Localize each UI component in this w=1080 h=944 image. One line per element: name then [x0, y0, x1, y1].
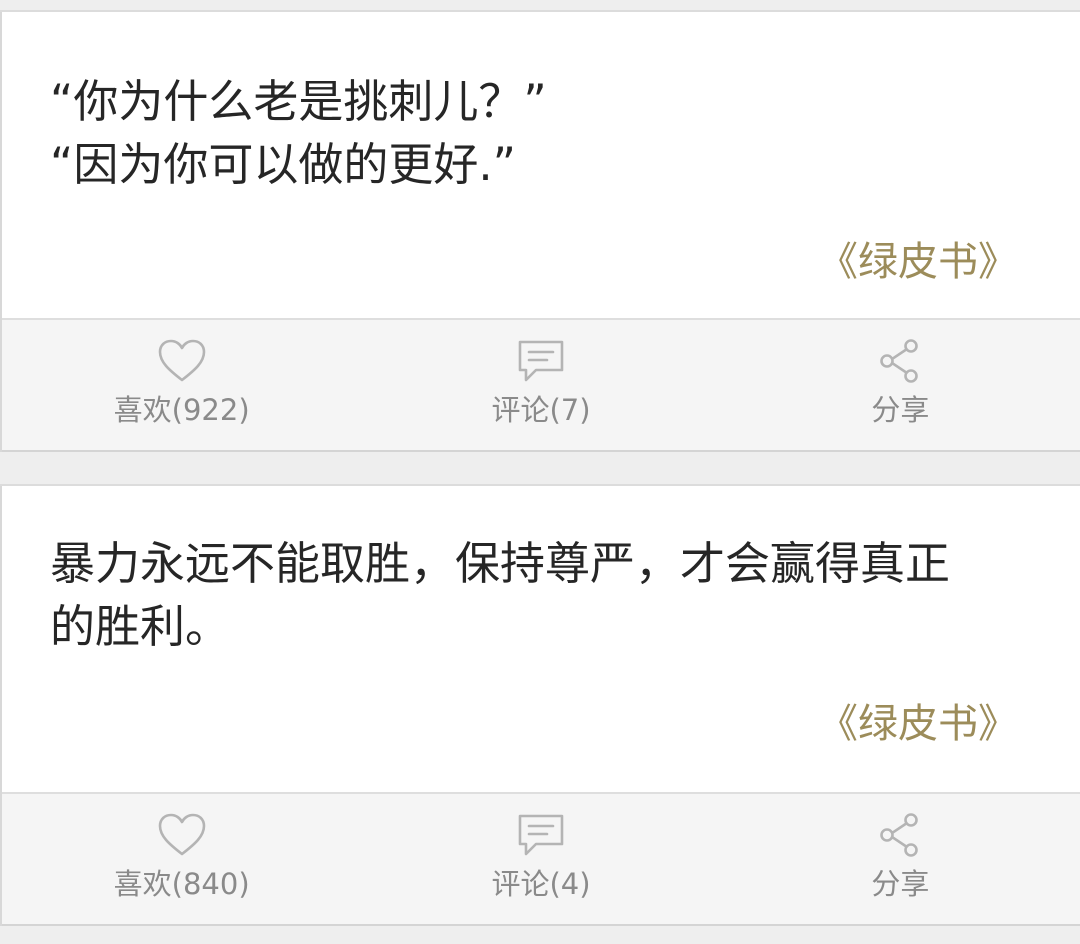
quote-card-body[interactable]: “你为什么老是挑刺儿？” “因为你可以做的更好.” 《绿皮书》	[2, 12, 1080, 318]
quote-text: “你为什么老是挑刺儿？” “因为你可以做的更好.”	[50, 75, 547, 191]
like-button[interactable]: 喜欢(922)	[2, 320, 361, 450]
share-button[interactable]: 分享	[721, 794, 1080, 924]
card-action-bar: 喜欢(922) 评论(7) 分享	[2, 318, 1080, 452]
quote-feed: “你为什么老是挑刺儿？” “因为你可以做的更好.” 《绿皮书》 喜欢(922) …	[0, 0, 1080, 944]
comment-bubble-icon	[518, 814, 564, 856]
comment-bubble-icon	[518, 340, 564, 382]
feed-top-divider	[0, 0, 1080, 12]
quote-card-body[interactable]: 暴力永远不能取胜，保持尊严，才会赢得真正 的胜利。 《绿皮书》	[2, 486, 1080, 792]
share-icon	[880, 339, 919, 383]
quote-source[interactable]: 《绿皮书》	[818, 237, 1018, 287]
card-divider	[0, 452, 1080, 486]
comment-button[interactable]: 评论(7)	[361, 320, 720, 450]
like-count-label: 喜欢(840)	[113, 867, 250, 901]
comment-count-label: 评论(4)	[491, 867, 591, 901]
heart-icon	[158, 339, 205, 382]
share-icon	[880, 813, 919, 857]
quote-card: “你为什么老是挑刺儿？” “因为你可以做的更好.” 《绿皮书》 喜欢(922) …	[0, 12, 1080, 452]
share-button[interactable]: 分享	[721, 320, 1080, 450]
share-label: 分享	[871, 867, 930, 901]
heart-icon	[158, 813, 205, 856]
like-count-label: 喜欢(922)	[113, 393, 250, 427]
card-action-bar: 喜欢(840) 评论(4) 分享	[2, 792, 1080, 926]
share-label: 分享	[871, 393, 930, 427]
quote-source[interactable]: 《绿皮书》	[818, 699, 1018, 749]
like-button[interactable]: 喜欢(840)	[2, 794, 361, 924]
quote-card: 暴力永远不能取胜，保持尊严，才会赢得真正 的胜利。 《绿皮书》 喜欢(840) …	[0, 486, 1080, 926]
comment-count-label: 评论(7)	[491, 393, 591, 427]
comment-button[interactable]: 评论(4)	[361, 794, 720, 924]
quote-text: 暴力永远不能取胜，保持尊严，才会赢得真正 的胜利。	[50, 537, 951, 653]
